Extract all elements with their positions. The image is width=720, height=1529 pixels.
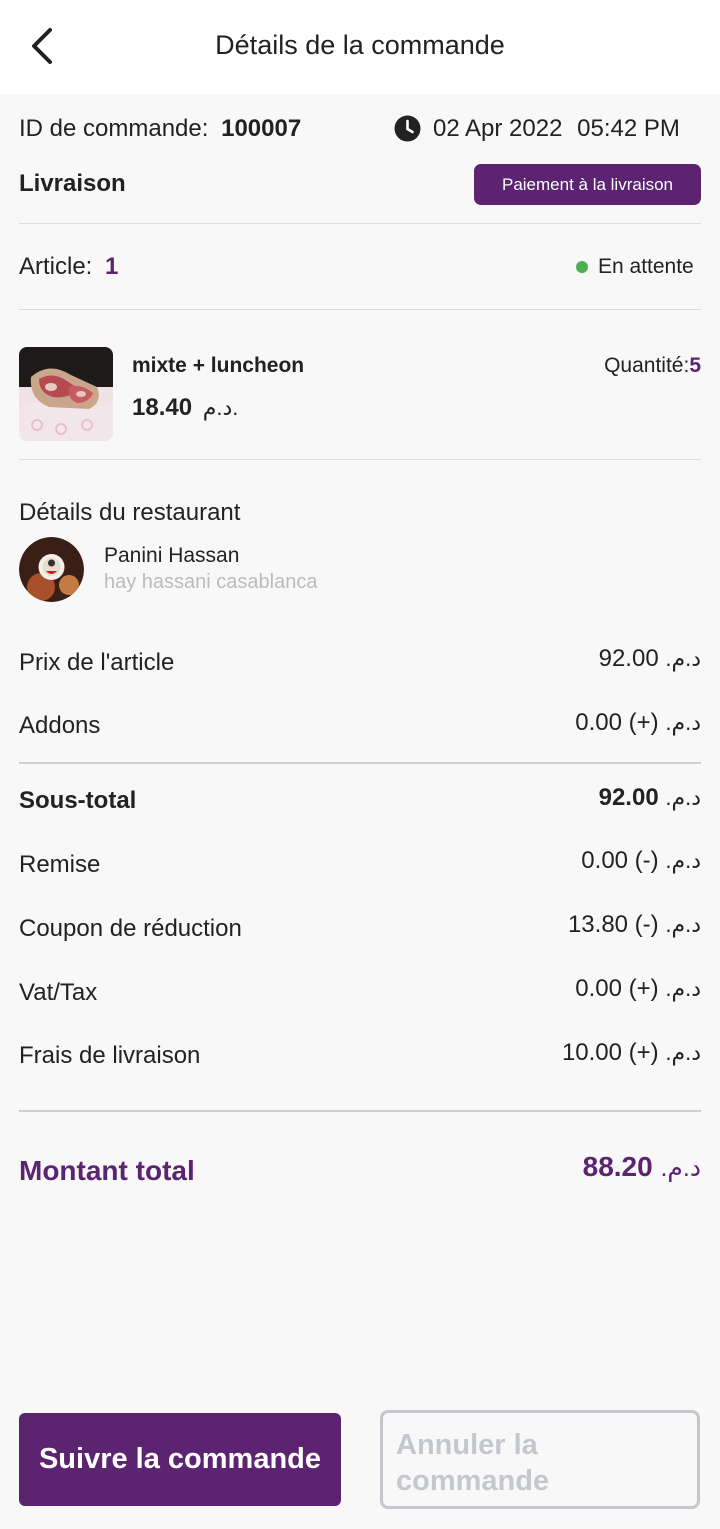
addons-label: Addons <box>19 712 101 739</box>
amount: (+) 0.00 <box>575 709 659 736</box>
restaurant-name: Panini Hassan <box>104 544 240 567</box>
amount: (+) 10.00 <box>561 1039 659 1066</box>
quantity-label: Quantité: <box>604 354 690 377</box>
amount: (+) 0.00 <box>575 975 659 1002</box>
order-time: 05:42 PM <box>577 115 680 142</box>
article-count: Article: 1 <box>19 253 118 281</box>
discount-total: د.م. (-) 0.00 <box>581 847 701 875</box>
amount: 92.00 <box>598 645 659 672</box>
amount: (-) 0.00 <box>581 847 659 874</box>
addons-total: د.م. (+) 0.00 <box>575 709 701 737</box>
status-dot-icon <box>576 261 588 273</box>
divider <box>19 223 701 224</box>
status-badge: En attente <box>598 255 694 278</box>
currency: د.م. <box>665 646 701 671</box>
restaurant-section-title: Détails du restaurant <box>19 499 241 526</box>
currency: د.م. <box>665 976 701 1001</box>
amount: 88.20 <box>582 1151 653 1182</box>
divider <box>19 459 701 460</box>
vat-total: د.م. (+) 0.00 <box>575 975 701 1003</box>
app-header: Détails de la commande <box>0 0 720 94</box>
currency: د.م. <box>665 1040 701 1065</box>
divider <box>19 309 701 310</box>
currency: د.م. <box>660 1154 701 1182</box>
discount-label: Remise <box>19 851 101 878</box>
total-amount: د.م. 88.20 <box>583 1151 701 1183</box>
order-id-value: 100007 <box>221 115 302 142</box>
item-quantity: Quantité:5 <box>604 354 701 378</box>
item-price-label: Prix de l'article <box>19 649 175 676</box>
clock-icon <box>394 115 421 142</box>
article-count-value: 1 <box>105 253 119 280</box>
coupon-total: د.م. (-) 13.80 <box>568 911 701 939</box>
order-datetime: 02 Apr 2022 05:42 PM <box>433 115 680 143</box>
article-label: Article: <box>19 253 93 280</box>
item-price-value: 18.40 <box>132 394 193 421</box>
delivery-fee-label: Frais de livraison <box>19 1042 201 1069</box>
delivery-fee-total: د.م. (+) 10.00 <box>562 1039 701 1067</box>
currency: د.م. <box>665 785 701 810</box>
subtotal-total: د.م. 92.00 <box>599 784 701 812</box>
divider <box>19 762 701 764</box>
item-price: 18.40 د.م. <box>132 394 238 422</box>
divider <box>19 1110 701 1112</box>
cancel-order-button[interactable]: Annuler la commande <box>380 1410 700 1509</box>
coupon-label: Coupon de réduction <box>19 915 242 942</box>
payment-method-badge: Paiement à la livraison <box>474 164 701 205</box>
currency: د.م. <box>665 848 701 873</box>
item-name: mixte + luncheon <box>132 354 305 377</box>
quantity-value: 5 <box>689 354 701 377</box>
currency: د.م. <box>665 912 701 937</box>
subtotal-label: Sous-total <box>19 787 137 814</box>
amount: 92.00 <box>598 784 659 811</box>
food-image <box>19 347 113 441</box>
item-price-currency: د.م. <box>202 395 239 420</box>
vat-label: Vat/Tax <box>19 979 98 1006</box>
item-price-total: د.م. 92.00 <box>599 645 701 673</box>
order-date: 02 Apr 2022 <box>433 115 563 142</box>
order-id: ID de commande: 100007 <box>19 115 301 143</box>
track-order-button[interactable]: Suivre la commande <box>19 1413 341 1506</box>
order-id-label: ID de commande: <box>19 115 209 142</box>
restaurant-avatar <box>19 537 84 602</box>
total-label: Montant total <box>19 1155 195 1186</box>
restaurant-address: hay hassani casablanca <box>104 571 318 593</box>
currency: د.م. <box>665 710 701 735</box>
amount: (-) 13.80 <box>567 911 659 938</box>
page-title: Détails de la commande <box>215 30 505 60</box>
order-type: Livraison <box>19 170 126 197</box>
